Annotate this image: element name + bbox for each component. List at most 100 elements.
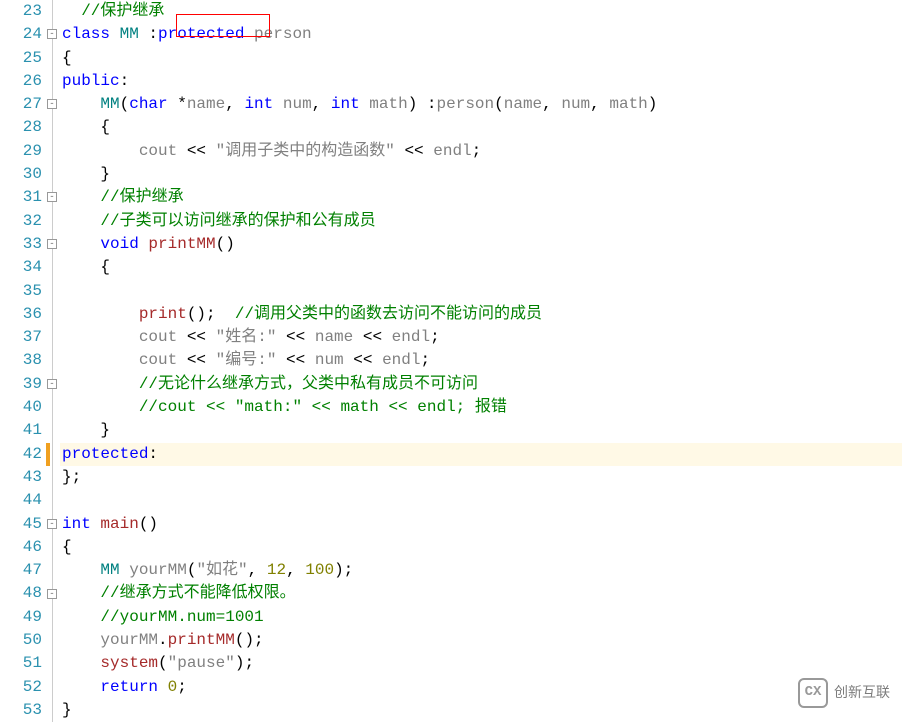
- token: :: [120, 72, 130, 90]
- token: [62, 2, 81, 20]
- fold-column: - - - - - - -: [46, 0, 60, 722]
- token: [62, 351, 139, 369]
- line-number: 28: [0, 116, 42, 139]
- fold-toggle-icon[interactable]: -: [47, 589, 57, 599]
- watermark-text: 创新互联: [834, 681, 890, 704]
- token: MM: [100, 561, 119, 579]
- code-line[interactable]: };: [62, 466, 902, 489]
- token: ,: [542, 95, 561, 113]
- code-line[interactable]: {: [62, 116, 902, 139]
- code-line[interactable]: }: [62, 699, 902, 722]
- token: MM: [120, 25, 139, 43]
- code-line[interactable]: print(); //调用父类中的函数去访问不能访问的成员: [62, 303, 902, 326]
- token: [62, 212, 100, 230]
- token: ();: [235, 631, 264, 649]
- code-line[interactable]: {: [62, 256, 902, 279]
- fold-toggle-icon[interactable]: -: [47, 379, 57, 389]
- token: //保护继承: [100, 188, 183, 206]
- code-line[interactable]: //cout << "math:" << math << endl; 报错: [62, 396, 902, 419]
- token: ;: [472, 142, 482, 160]
- code-line[interactable]: cout << "姓名:" << name << endl;: [62, 326, 902, 349]
- token: (): [139, 515, 158, 533]
- code-line[interactable]: //保护继承: [62, 186, 902, 209]
- line-number: 25: [0, 47, 42, 70]
- fold-toggle-icon[interactable]: -: [47, 192, 57, 202]
- token: (: [158, 654, 168, 672]
- line-number: 52: [0, 676, 42, 699]
- token: [62, 328, 139, 346]
- code-line[interactable]: [62, 280, 902, 303]
- token: ;: [430, 328, 440, 346]
- token: <<: [177, 328, 215, 346]
- line-number: 34: [0, 256, 42, 279]
- code-line[interactable]: void printMM(): [62, 233, 902, 256]
- code-line[interactable]: }: [62, 419, 902, 442]
- line-number: 43: [0, 466, 42, 489]
- fold-toggle-icon[interactable]: -: [47, 519, 57, 529]
- token: [273, 95, 283, 113]
- code-area[interactable]: //保护继承class MM :protected person{public:…: [60, 0, 902, 722]
- token: <<: [344, 351, 382, 369]
- token: "姓名:": [216, 328, 277, 346]
- code-line[interactable]: int main(): [62, 513, 902, 536]
- token: //无论什么继承方式，父类中私有成员不可访问: [139, 375, 478, 393]
- token: );: [235, 654, 254, 672]
- token: [62, 561, 100, 579]
- token: math: [609, 95, 647, 113]
- token: [139, 235, 149, 253]
- token: int: [62, 515, 91, 533]
- code-line[interactable]: [62, 489, 902, 512]
- token: //保护继承: [81, 2, 164, 20]
- token: [62, 608, 100, 626]
- token: };: [62, 468, 81, 486]
- token: char: [129, 95, 167, 113]
- token: ();: [187, 305, 235, 323]
- token: {: [62, 49, 72, 67]
- token: .: [158, 631, 168, 649]
- token: endl: [392, 328, 430, 346]
- token: name: [315, 328, 353, 346]
- token: int: [331, 95, 360, 113]
- code-line[interactable]: //继承方式不能降低权限。: [62, 582, 902, 605]
- code-line[interactable]: {: [62, 47, 902, 70]
- token: <<: [353, 328, 391, 346]
- token: //cout << "math:" << math << endl; 报错: [139, 398, 507, 416]
- token: //子类可以访问继承的保护和公有成员: [100, 212, 375, 230]
- code-line[interactable]: system("pause");: [62, 652, 902, 675]
- fold-toggle-icon[interactable]: -: [47, 29, 57, 39]
- line-number: 41: [0, 419, 42, 442]
- code-line[interactable]: cout << "编号:" << num << endl;: [62, 349, 902, 372]
- code-line[interactable]: }: [62, 163, 902, 186]
- code-line[interactable]: protected:: [62, 443, 902, 466]
- code-line[interactable]: MM yourMM("如花", 12, 100);: [62, 559, 902, 582]
- token: //yourMM.num=1001: [100, 608, 263, 626]
- code-line[interactable]: return 0;: [62, 676, 902, 699]
- code-line[interactable]: yourMM.printMM();: [62, 629, 902, 652]
- code-line[interactable]: //无论什么继承方式，父类中私有成员不可访问: [62, 373, 902, 396]
- token: name: [187, 95, 225, 113]
- fold-toggle-icon[interactable]: -: [47, 99, 57, 109]
- token: {: [62, 258, 110, 276]
- token: {: [62, 118, 110, 136]
- line-number: 40: [0, 396, 42, 419]
- line-number: 32: [0, 210, 42, 233]
- code-line[interactable]: //yourMM.num=1001: [62, 606, 902, 629]
- token: );: [334, 561, 353, 579]
- token: (: [494, 95, 504, 113]
- token: math: [369, 95, 407, 113]
- line-number: 37: [0, 326, 42, 349]
- token: ,: [248, 561, 267, 579]
- code-line[interactable]: {: [62, 536, 902, 559]
- line-number: 23: [0, 0, 42, 23]
- annotation-box-protected: [176, 14, 270, 37]
- code-line[interactable]: MM(char *name, int num, int math) :perso…: [62, 93, 902, 116]
- token: cout: [139, 351, 177, 369]
- code-line[interactable]: public:: [62, 70, 902, 93]
- line-number: 35: [0, 280, 42, 303]
- fold-toggle-icon[interactable]: -: [47, 239, 57, 249]
- token: }: [62, 165, 110, 183]
- code-line[interactable]: cout << "调用子类中的构造函数" << endl;: [62, 140, 902, 163]
- token: [62, 235, 100, 253]
- code-line[interactable]: //子类可以访问继承的保护和公有成员: [62, 210, 902, 233]
- token: ;: [420, 351, 430, 369]
